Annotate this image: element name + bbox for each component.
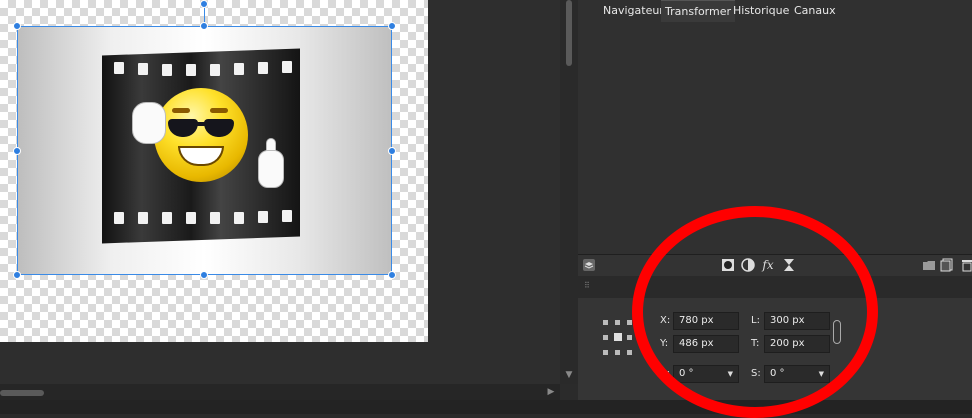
anchor-point-selector[interactable] xyxy=(603,320,633,356)
tab-transformer[interactable]: Transformer xyxy=(661,0,736,22)
folder-icon[interactable] xyxy=(922,258,936,272)
resize-handle-right[interactable] xyxy=(388,147,396,155)
status-bar xyxy=(0,400,972,414)
resize-handle-top-left[interactable] xyxy=(13,22,21,30)
resize-handle-bottom[interactable] xyxy=(200,271,208,279)
tab-navigateur[interactable]: Navigateur xyxy=(599,0,668,22)
anchor-dot[interactable] xyxy=(615,320,620,325)
rotation-handle[interactable] xyxy=(200,0,208,8)
resize-handle-bottom-left[interactable] xyxy=(13,271,21,279)
resize-handle-bottom-right[interactable] xyxy=(388,271,396,279)
anchor-dot-selected[interactable] xyxy=(614,333,622,341)
anchor-dot[interactable] xyxy=(627,320,632,325)
resize-handle-top-right[interactable] xyxy=(388,22,396,30)
selection-bounding-box[interactable] xyxy=(17,26,392,275)
copy-icon[interactable] xyxy=(940,258,954,272)
anchor-dot[interactable] xyxy=(627,350,632,355)
scroll-down-arrow-icon[interactable]: ▼ xyxy=(563,369,575,381)
tab-historique[interactable]: Historique xyxy=(729,0,793,22)
trash-icon[interactable] xyxy=(960,258,972,272)
horizontal-scrollbar-thumb[interactable] xyxy=(0,390,44,396)
red-annotation-circle xyxy=(632,206,878,418)
resize-handle-top[interactable] xyxy=(200,22,208,30)
anchor-dot[interactable] xyxy=(615,350,620,355)
anchor-dot[interactable] xyxy=(603,350,608,355)
scroll-right-arrow-icon[interactable]: ▶ xyxy=(545,386,557,398)
anchor-dot[interactable] xyxy=(603,320,608,325)
layers-icon[interactable] xyxy=(582,258,596,272)
tab-canaux[interactable]: Canaux xyxy=(790,0,840,22)
resize-handle-left[interactable] xyxy=(13,147,21,155)
horizontal-scrollbar[interactable] xyxy=(0,384,560,400)
anchor-dot[interactable] xyxy=(627,335,632,340)
vertical-scrollbar-thumb[interactable] xyxy=(566,0,572,66)
panel-grip-icon[interactable]: ⠿ xyxy=(584,281,590,291)
anchor-dot[interactable] xyxy=(603,335,608,340)
